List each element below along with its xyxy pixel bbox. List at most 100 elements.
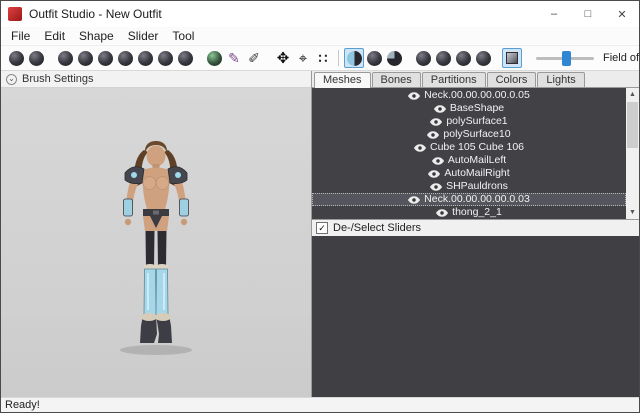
alpha-brush-icon[interactable]	[204, 48, 224, 68]
pivot-tool-glyph	[299, 50, 307, 67]
color-brush-icon[interactable]	[175, 48, 195, 68]
visibility-eye-icon[interactable]	[414, 144, 426, 152]
sliders-header-label: De-/Select Sliders	[333, 222, 421, 234]
tab-bones[interactable]: Bones	[372, 72, 421, 87]
scroll-up-icon[interactable]: ▲	[626, 88, 639, 101]
perspective-toggle-glyph	[506, 52, 518, 64]
mesh-item[interactable]: SHPauldrons	[312, 180, 626, 193]
scroll-down-icon[interactable]: ▼	[626, 206, 639, 219]
brush-settings-header[interactable]: ⌄ Brush Settings	[1, 71, 311, 88]
mesh-item[interactable]: thong_2_1	[312, 206, 626, 219]
visibility-eye-icon[interactable]	[432, 157, 444, 165]
viewport-3d[interactable]	[1, 88, 311, 397]
toolbar-icons	[6, 48, 522, 68]
menu-edit[interactable]: Edit	[37, 27, 72, 45]
title-bar: Outfit Studio - New Outfit –□✕	[1, 1, 639, 27]
mesh-item[interactable]: Cube 105 Cube 106	[312, 141, 626, 154]
xmirror-toggle-icon[interactable]	[344, 48, 364, 68]
minimize-button[interactable]: –	[537, 1, 571, 27]
connected-only-toggle-icon[interactable]	[364, 48, 384, 68]
main-area: ⌄ Brush Settings	[1, 71, 639, 397]
visibility-eye-icon[interactable]	[436, 209, 448, 217]
select-tool-icon[interactable]	[6, 48, 26, 68]
tab-lights[interactable]: Lights	[537, 72, 584, 87]
scrollbar-thumb[interactable]	[627, 102, 638, 148]
undiff-brush-icon[interactable]	[135, 48, 155, 68]
collapse-chevron-icon[interactable]: ⌄	[6, 74, 17, 85]
perspective-toggle-icon[interactable]	[502, 48, 522, 68]
menu-shape[interactable]: Shape	[72, 27, 121, 45]
light-directional2-toggle-icon[interactable]	[473, 48, 493, 68]
light-frontal-toggle-icon[interactable]	[413, 48, 433, 68]
field-of-view-slider[interactable]	[536, 49, 594, 67]
toolbar: Field of View: 65	[1, 46, 639, 71]
mesh-item[interactable]: Neck.00.00.00.00.0.05	[312, 89, 626, 102]
pencil-brush-glyph	[228, 50, 240, 67]
brush-collision-toggle-glyph	[387, 51, 402, 66]
visibility-eye-icon[interactable]	[408, 92, 420, 100]
light-directional0-toggle-icon[interactable]	[433, 48, 453, 68]
visibility-eye-icon[interactable]	[430, 118, 442, 126]
paint-brush-glyph	[248, 50, 260, 67]
deflate-brush-icon[interactable]	[75, 48, 95, 68]
paint-brush-icon[interactable]	[244, 48, 264, 68]
close-button[interactable]: ✕	[605, 1, 639, 27]
visibility-eye-icon[interactable]	[434, 105, 446, 113]
menu-file[interactable]: File	[4, 27, 37, 45]
pencil-brush-icon[interactable]	[224, 48, 244, 68]
mesh-name: SHPauldrons	[446, 181, 508, 192]
mesh-item[interactable]: AutoMailLeft	[312, 154, 626, 167]
menu-tool[interactable]: Tool	[165, 27, 201, 45]
light-directional0-toggle-glyph	[436, 51, 451, 66]
right-panel: MeshesBonesPartitionsColorsLights Neck.0…	[312, 71, 639, 397]
light-directional1-toggle-glyph	[456, 51, 471, 66]
mesh-list-scrollbar[interactable]: ▲ ▼	[626, 88, 639, 219]
tab-partitions[interactable]: Partitions	[422, 72, 486, 87]
slider-thumb[interactable]	[562, 51, 571, 66]
light-directional1-toggle-icon[interactable]	[453, 48, 473, 68]
brush-collision-toggle-icon[interactable]	[384, 48, 404, 68]
xmirror-toggle-glyph	[347, 51, 362, 66]
mask-brush-glyph	[29, 51, 44, 66]
sliders-panel[interactable]	[312, 236, 639, 397]
light-frontal-toggle-glyph	[416, 51, 431, 66]
vertex-edit-icon[interactable]	[313, 48, 333, 68]
mesh-item[interactable]: polySurface10	[312, 128, 626, 141]
mesh-name: polySurface10	[443, 129, 510, 140]
inflate-brush-glyph	[58, 51, 73, 66]
mesh-name: AutoMailLeft	[448, 155, 506, 166]
mesh-name: thong_2_1	[452, 207, 502, 218]
weight-brush-icon[interactable]	[155, 48, 175, 68]
pivot-tool-icon[interactable]	[293, 48, 313, 68]
sliders-header: De-/Select Sliders	[312, 219, 639, 236]
mesh-list-container: Neck.00.00.00.00.0.05BaseShapepolySurfac…	[312, 88, 639, 219]
mesh-item[interactable]: Neck.00.00.00.00.0.03	[312, 193, 626, 206]
transform-tool-icon[interactable]	[273, 48, 293, 68]
mesh-item[interactable]: AutoMailRight	[312, 167, 626, 180]
menu-bar: FileEditShapeSliderTool	[1, 27, 639, 46]
maximize-button[interactable]: □	[571, 1, 605, 27]
smooth-brush-icon[interactable]	[115, 48, 135, 68]
panel-tabs: MeshesBonesPartitionsColorsLights	[312, 71, 639, 88]
inflate-brush-icon[interactable]	[55, 48, 75, 68]
mesh-name: Neck.00.00.00.00.0.03	[424, 194, 530, 205]
mask-brush-icon[interactable]	[26, 48, 46, 68]
status-bar: Ready!	[1, 397, 639, 412]
mesh-item[interactable]: BaseShape	[312, 102, 626, 115]
tab-meshes[interactable]: Meshes	[314, 72, 371, 88]
character-model	[96, 138, 216, 358]
window-controls: –□✕	[537, 1, 639, 27]
visibility-eye-icon[interactable]	[408, 196, 420, 204]
tab-colors[interactable]: Colors	[487, 72, 537, 87]
transform-tool-glyph	[277, 49, 290, 67]
visibility-eye-icon[interactable]	[430, 183, 442, 191]
deselect-sliders-checkbox[interactable]	[316, 222, 328, 234]
color-brush-glyph	[178, 51, 193, 66]
menu-slider[interactable]: Slider	[121, 27, 166, 45]
mesh-item[interactable]: polySurface1	[312, 115, 626, 128]
move-brush-icon[interactable]	[95, 48, 115, 68]
visibility-eye-icon[interactable]	[428, 170, 440, 178]
left-panel: ⌄ Brush Settings	[1, 71, 312, 397]
scrollbar-track[interactable]	[626, 101, 639, 206]
visibility-eye-icon[interactable]	[427, 131, 439, 139]
